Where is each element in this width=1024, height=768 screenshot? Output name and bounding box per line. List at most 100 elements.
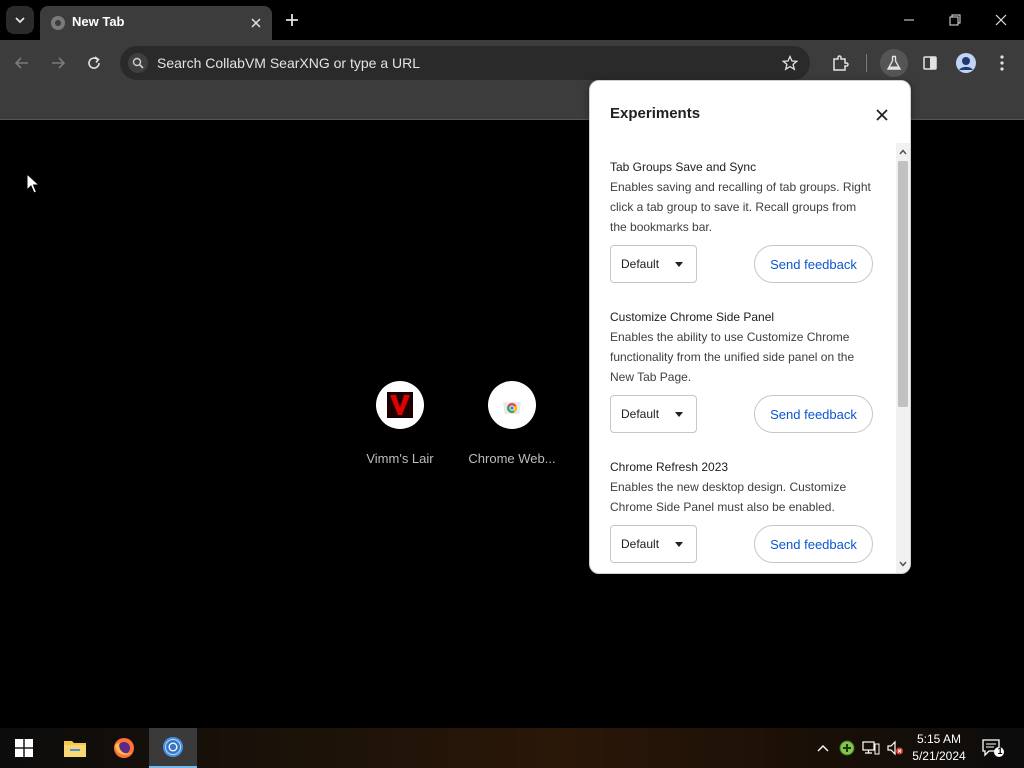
minimize-icon — [904, 19, 914, 21]
action-center-button[interactable]: 1 — [980, 736, 1006, 760]
folder-icon — [64, 741, 86, 757]
experiment-state-select[interactable]: Default — [610, 395, 697, 433]
puzzle-icon — [833, 55, 849, 71]
experiment-description: Enables saving and recalling of tab grou… — [610, 180, 871, 234]
scrollbar-thumb[interactable] — [898, 161, 908, 407]
experiment-description: Enables the new desktop design. Customiz… — [610, 480, 847, 514]
caret-down-icon — [675, 412, 683, 417]
side-panel-icon — [923, 56, 937, 70]
shortcut-label: Vimm's Lair — [366, 451, 434, 466]
tab-search-button[interactable] — [6, 6, 34, 34]
send-feedback-button[interactable]: Send feedback — [754, 525, 873, 563]
profile-button[interactable] — [952, 49, 980, 77]
tab-title: New Tab — [72, 14, 125, 29]
chevron-down-icon — [899, 561, 907, 567]
tab-new-tab[interactable]: New Tab — [40, 6, 272, 40]
clock-time: 5:15 AM — [916, 732, 962, 746]
caret-down-icon — [675, 542, 683, 547]
side-panel-button[interactable] — [916, 49, 944, 77]
kebab-menu-icon — [1000, 55, 1004, 71]
experiments-list[interactable]: Tab Groups Save and Sync Enables saving … — [590, 143, 896, 573]
panel-title: Experiments — [610, 105, 701, 122]
experiments-panel: Experiments Tab Groups Save and Sync Ena… — [589, 80, 911, 574]
experiment-item: Chrome Refresh 2023 Enables the new desk… — [610, 459, 874, 517]
windows-logo-icon — [15, 739, 33, 757]
send-feedback-button[interactable]: Send feedback — [754, 245, 873, 283]
tab-strip: New Tab — [0, 0, 1024, 40]
close-window-button[interactable] — [978, 0, 1024, 40]
new-tab-button[interactable] — [280, 8, 304, 32]
experiment-name: Chrome Refresh 2023 — [610, 460, 729, 474]
shortcut-icon-container — [488, 381, 536, 429]
scroll-down-button[interactable] — [896, 557, 910, 571]
clock-date: 5/21/2024 — [912, 749, 966, 763]
experiment-state-select[interactable]: Default — [610, 525, 697, 563]
reload-icon — [88, 56, 100, 69]
plus-circle-icon — [839, 740, 855, 756]
avatar-icon — [956, 53, 976, 73]
mouse-cursor-icon — [26, 173, 40, 194]
close-icon — [995, 14, 1007, 26]
flask-icon — [886, 55, 902, 70]
shortcut-icon-container — [376, 381, 424, 429]
panel-scrollbar[interactable] — [896, 143, 910, 573]
shortcut-tile[interactable]: Chrome Web... — [456, 381, 568, 466]
minimize-button[interactable] — [886, 0, 932, 40]
restore-button[interactable] — [932, 0, 978, 40]
plus-icon — [286, 14, 298, 26]
taskbar: 5:15 AM 5/21/2024 1 — [0, 728, 1024, 768]
volume-tray-button[interactable] — [885, 738, 905, 758]
chrome-favicon-icon — [51, 16, 65, 30]
chevron-down-icon — [15, 17, 25, 24]
searxng-icon — [132, 57, 144, 69]
panel-close-button[interactable] — [870, 103, 894, 127]
network-icon — [862, 741, 880, 755]
chrome-icon — [163, 737, 183, 757]
arrow-left-icon — [14, 57, 28, 69]
toolbar-separator — [866, 54, 867, 72]
restore-icon — [949, 14, 961, 26]
close-icon — [251, 18, 261, 28]
chrome-web-store-icon — [503, 402, 521, 414]
forward-button[interactable] — [44, 49, 72, 77]
vimms-lair-icon — [387, 392, 413, 418]
desktop: New Tab Search CollabVM SearXNG or type … — [0, 0, 1024, 768]
experiment-item: Tab Groups Save and Sync Enables saving … — [610, 159, 874, 237]
network-tray-button[interactable] — [861, 738, 881, 758]
select-value: Default — [621, 257, 660, 271]
experiment-item: Customize Chrome Side Panel Enables the … — [610, 309, 874, 387]
reload-button[interactable] — [80, 49, 108, 77]
chevron-up-icon — [899, 149, 907, 155]
shortcut-label: Chrome Web... — [468, 451, 556, 466]
volume-muted-icon — [887, 740, 903, 756]
tab-close-button[interactable] — [246, 13, 266, 33]
arrow-right-icon — [52, 57, 66, 69]
chevron-up-icon — [817, 745, 829, 752]
taskbar-file-explorer[interactable] — [51, 728, 99, 768]
taskbar-clock[interactable]: 5:15 AM 5/21/2024 — [906, 731, 972, 765]
select-value: Default — [621, 537, 660, 551]
menu-button[interactable] — [988, 49, 1016, 77]
firefox-icon — [114, 738, 134, 758]
experiment-description: Enables the ability to use Customize Chr… — [610, 330, 855, 384]
shortcut-tile[interactable]: Vimm's Lair — [344, 381, 456, 466]
taskbar-chrome[interactable] — [149, 728, 197, 768]
show-hidden-icons-button[interactable] — [813, 738, 833, 758]
omnibox-placeholder: Search CollabVM SearXNG or type a URL — [157, 55, 420, 71]
close-icon — [876, 109, 888, 121]
select-value: Default — [621, 407, 660, 421]
send-feedback-button[interactable]: Send feedback — [754, 395, 873, 433]
experiments-button[interactable] — [880, 49, 908, 77]
experiment-name: Tab Groups Save and Sync — [610, 160, 757, 174]
omnibox[interactable]: Search CollabVM SearXNG or type a URL — [120, 46, 810, 80]
site-info-icon[interactable] — [128, 53, 148, 73]
taskbar-firefox[interactable] — [100, 728, 148, 768]
notification-count: 1 — [997, 746, 1003, 756]
back-button[interactable] — [8, 49, 36, 77]
scroll-up-button[interactable] — [896, 145, 910, 159]
bookmark-star-button[interactable] — [778, 51, 802, 75]
start-button[interactable] — [0, 728, 48, 768]
extensions-button[interactable] — [826, 49, 854, 77]
tray-app-icon[interactable] — [837, 738, 857, 758]
experiment-state-select[interactable]: Default — [610, 245, 697, 283]
